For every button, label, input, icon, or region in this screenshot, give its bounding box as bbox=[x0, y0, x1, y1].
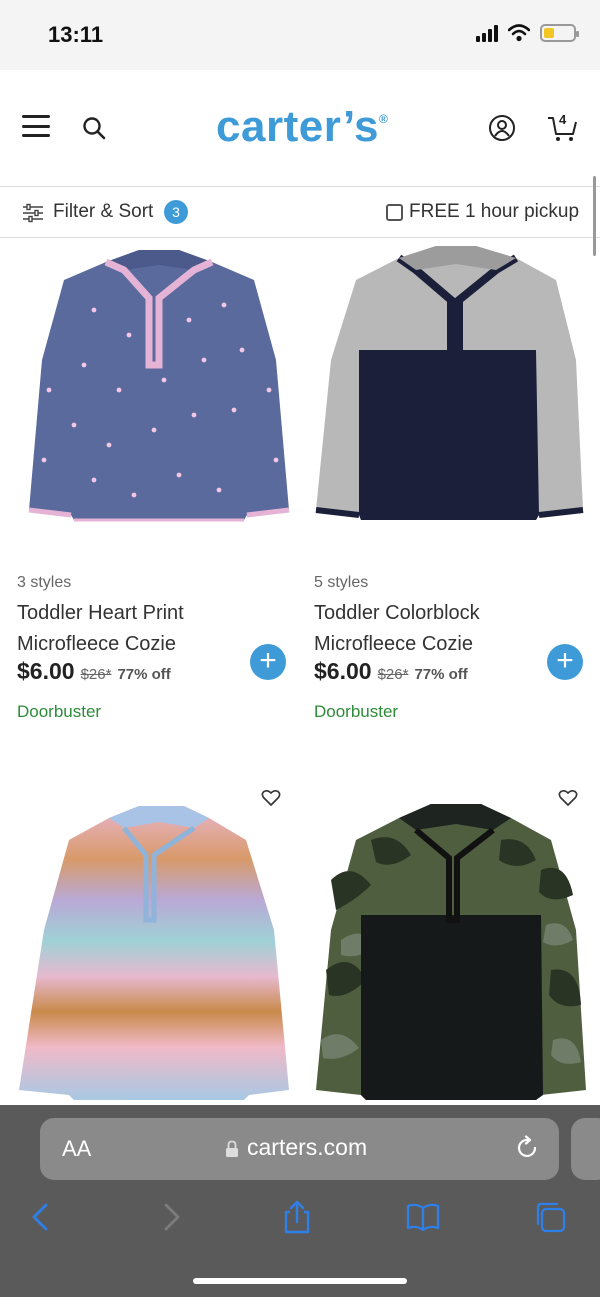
price-row: $6.00 $26* 77% off bbox=[314, 658, 468, 685]
status-icons bbox=[476, 24, 579, 42]
product-image[interactable] bbox=[311, 240, 600, 540]
pickup-checkbox[interactable] bbox=[386, 204, 403, 221]
product-image[interactable] bbox=[14, 800, 304, 1105]
product-card[interactable] bbox=[311, 785, 600, 1105]
forward-icon[interactable] bbox=[154, 1200, 188, 1234]
text-size-button[interactable]: AA bbox=[62, 1136, 91, 1162]
bookmarks-icon[interactable] bbox=[406, 1200, 440, 1234]
logo-text: carter’s bbox=[216, 102, 380, 151]
product-styles-count: 5 styles bbox=[314, 574, 369, 591]
cart-count: 4 bbox=[559, 112, 567, 127]
pickup-label[interactable]: FREE 1 hour pickup bbox=[409, 201, 579, 223]
next-tab-preview[interactable] bbox=[571, 1118, 600, 1180]
lock-icon bbox=[226, 1140, 238, 1157]
reload-icon[interactable] bbox=[514, 1135, 540, 1161]
discount-label: 77% off bbox=[117, 666, 171, 683]
share-icon[interactable] bbox=[280, 1200, 314, 1234]
signal-icon bbox=[476, 24, 498, 42]
back-icon[interactable] bbox=[24, 1200, 58, 1234]
original-price: $26* bbox=[377, 666, 409, 683]
product-image[interactable] bbox=[311, 800, 600, 1105]
promo-label: Doorbuster bbox=[314, 702, 399, 721]
filter-sliders-icon[interactable] bbox=[22, 203, 44, 223]
address-bar[interactable]: AA carters.com bbox=[40, 1118, 559, 1180]
url-text[interactable]: carters.com bbox=[247, 1134, 367, 1161]
filter-count-badge: 3 bbox=[164, 200, 188, 224]
discount-label: 77% off bbox=[414, 666, 468, 683]
battery-icon bbox=[540, 24, 579, 42]
sale-price: $6.00 bbox=[314, 658, 372, 684]
promo-label: Doorbuster bbox=[17, 702, 102, 721]
product-image[interactable] bbox=[14, 240, 304, 540]
original-price: $26* bbox=[80, 666, 112, 683]
status-bar: 13:11 bbox=[0, 0, 600, 70]
product-name[interactable]: Toddler Heart Print Microfleece Cozie bbox=[17, 598, 247, 660]
product-card[interactable] bbox=[14, 785, 304, 1105]
product-styles-count: 3 styles bbox=[17, 574, 72, 591]
search-icon[interactable] bbox=[82, 116, 106, 140]
price-row: $6.00 $26* 77% off bbox=[17, 658, 171, 685]
filter-bar: Filter & Sort 3 FREE 1 hour pickup bbox=[0, 186, 600, 238]
tabs-icon[interactable] bbox=[533, 1200, 567, 1234]
sale-price: $6.00 bbox=[17, 658, 75, 684]
logo-registered-mark: ® bbox=[379, 112, 389, 126]
wifi-icon bbox=[508, 24, 530, 42]
filter-sort-button[interactable]: Filter & Sort bbox=[53, 201, 153, 223]
add-to-cart-button[interactable]: + bbox=[547, 644, 583, 680]
status-time: 13:11 bbox=[48, 22, 104, 47]
menu-icon[interactable] bbox=[22, 115, 50, 137]
add-to-cart-button[interactable]: + bbox=[250, 644, 286, 680]
site-header: carter’s® 4 bbox=[0, 70, 600, 186]
account-icon[interactable] bbox=[488, 114, 516, 142]
home-indicator[interactable] bbox=[193, 1278, 407, 1284]
carters-logo[interactable]: carter’s® bbox=[216, 102, 388, 152]
product-name[interactable]: Toddler Colorblock Microfleece Cozie bbox=[314, 598, 544, 660]
browser-toolbar: AA carters.com bbox=[0, 1105, 600, 1297]
